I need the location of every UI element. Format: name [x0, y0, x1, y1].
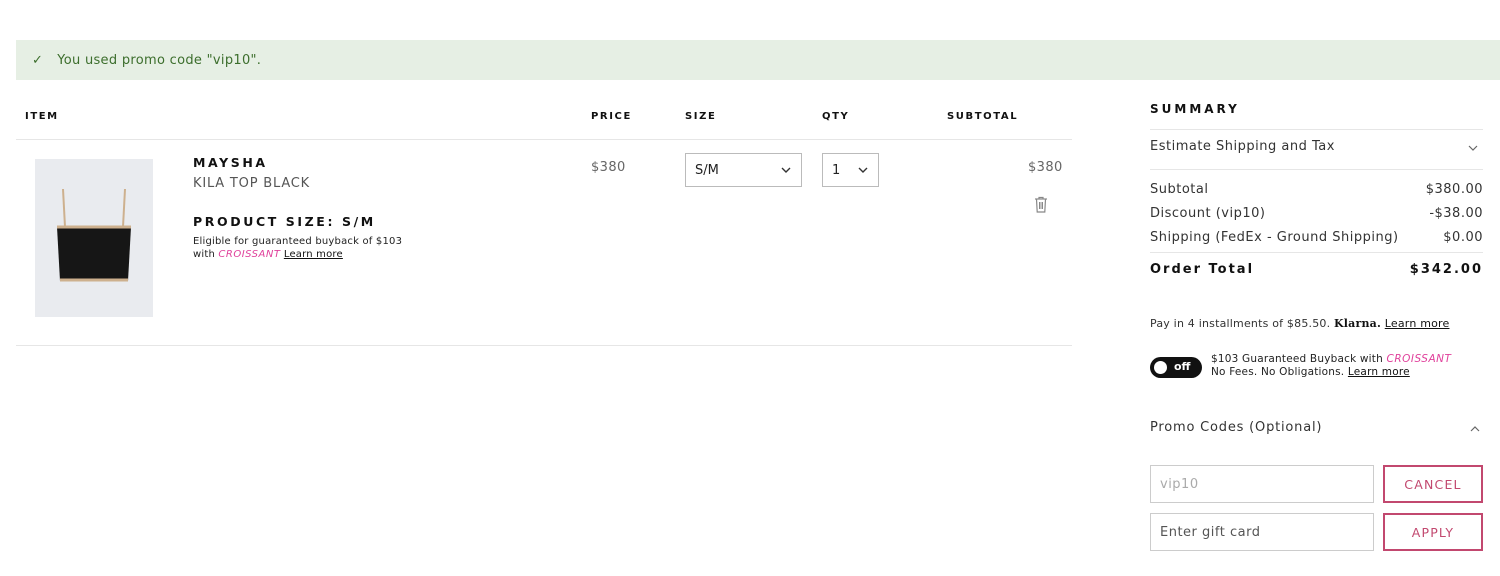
subtotal-label: Subtotal [1150, 182, 1209, 197]
apply-gift-card-button[interactable]: APPLY [1383, 513, 1483, 551]
item-divider [16, 345, 1072, 346]
klarna-learn-more-link[interactable]: Learn more [1385, 317, 1450, 330]
summary-divider [1150, 252, 1483, 253]
product-name[interactable]: KILA TOP BLACK [193, 176, 310, 191]
chevron-down-icon [858, 167, 868, 173]
buyback-offer-line2: No Fees. No Obligations. Learn more [1211, 366, 1410, 378]
qty-select[interactable]: 1 [822, 153, 879, 187]
discount-label: Discount (vip10) [1150, 206, 1266, 221]
promo-applied-message: You used promo code "vip10". [57, 52, 262, 68]
croissant-logo: CROISSANT [218, 249, 281, 260]
summary-divider [1150, 169, 1483, 170]
buyback-offer-line1: $103 Guaranteed Buyback with CROISSANT [1211, 353, 1451, 365]
chevron-down-icon [1468, 145, 1478, 151]
shipping-value: $0.00 [1443, 230, 1483, 245]
promo-code-input[interactable] [1150, 465, 1374, 503]
item-price: $380 [591, 160, 626, 175]
order-total-label: Order Total [1150, 262, 1255, 277]
subtotal-value: $380.00 [1425, 182, 1483, 197]
buyback-toggle[interactable]: off [1150, 357, 1202, 378]
buyback-eligibility-text: Eligible for guaranteed buyback of $103 [193, 236, 403, 247]
summary-title: SUMMARY [1150, 102, 1240, 116]
summary-divider [1150, 129, 1483, 130]
shipping-label: Shipping (FedEx - Ground Shipping) [1150, 230, 1399, 245]
estimate-shipping-label: Estimate Shipping and Tax [1150, 139, 1335, 154]
size-select[interactable]: S/M [685, 153, 802, 187]
toggle-knob [1154, 361, 1167, 374]
buyback-eligibility-line2: with CROISSANT Learn more [193, 249, 343, 260]
gift-card-input[interactable] [1150, 513, 1374, 551]
col-header-price: PRICE [591, 111, 632, 122]
buyback-no-fees-text: No Fees. No Obligations. [1211, 366, 1345, 378]
promo-codes-heading: Promo Codes (Optional) [1150, 420, 1323, 435]
col-header-size: SIZE [685, 111, 717, 122]
crop-top-illustration [57, 188, 131, 282]
klarna-logo: Klarna. [1334, 317, 1382, 330]
col-header-qty: QTY [822, 111, 850, 122]
check-icon: ✓ [32, 52, 44, 68]
buyback-with-text: with [193, 249, 216, 260]
cancel-promo-button[interactable]: CANCEL [1383, 465, 1483, 503]
order-total-row: Order Total $342.00 [1150, 262, 1483, 277]
col-header-subtotal: SUBTOTAL [947, 111, 1019, 122]
col-header-item: ITEM [25, 111, 59, 122]
discount-row: Discount (vip10) -$38.00 [1150, 206, 1483, 221]
klarna-text: Pay in 4 installments of $85.50. [1150, 317, 1331, 330]
product-brand: MAYSHA [193, 155, 268, 170]
header-divider [16, 139, 1072, 140]
shipping-row: Shipping (FedEx - Ground Shipping) $0.00 [1150, 230, 1483, 245]
subtotal-row: Subtotal $380.00 [1150, 182, 1483, 197]
trash-icon[interactable] [1034, 196, 1048, 213]
product-image[interactable] [35, 159, 153, 317]
size-select-value: S/M [695, 162, 719, 178]
promo-codes-toggle[interactable]: Promo Codes (Optional) [1150, 420, 1483, 435]
order-total-value: $342.00 [1409, 262, 1483, 277]
discount-value: -$38.00 [1429, 206, 1483, 221]
qty-select-value: 1 [832, 162, 841, 178]
product-size-label: PRODUCT SIZE: S/M [193, 214, 376, 229]
buyback-learn-more-link[interactable]: Learn more [284, 249, 343, 260]
buyback-offer-text: $103 Guaranteed Buyback with [1211, 353, 1383, 365]
estimate-shipping-toggle[interactable]: Estimate Shipping and Tax [1150, 139, 1483, 154]
item-subtotal: $380 [1028, 160, 1063, 175]
croissant-logo: CROISSANT [1386, 353, 1452, 365]
buyback-offer-learn-more-link[interactable]: Learn more [1348, 366, 1410, 378]
promo-applied-banner: ✓ You used promo code "vip10". [16, 40, 1500, 80]
chevron-down-icon [781, 167, 791, 173]
klarna-installments: Pay in 4 installments of $85.50. Klarna.… [1150, 317, 1449, 330]
toggle-state-label: off [1174, 360, 1191, 373]
chevron-up-icon [1470, 426, 1480, 432]
